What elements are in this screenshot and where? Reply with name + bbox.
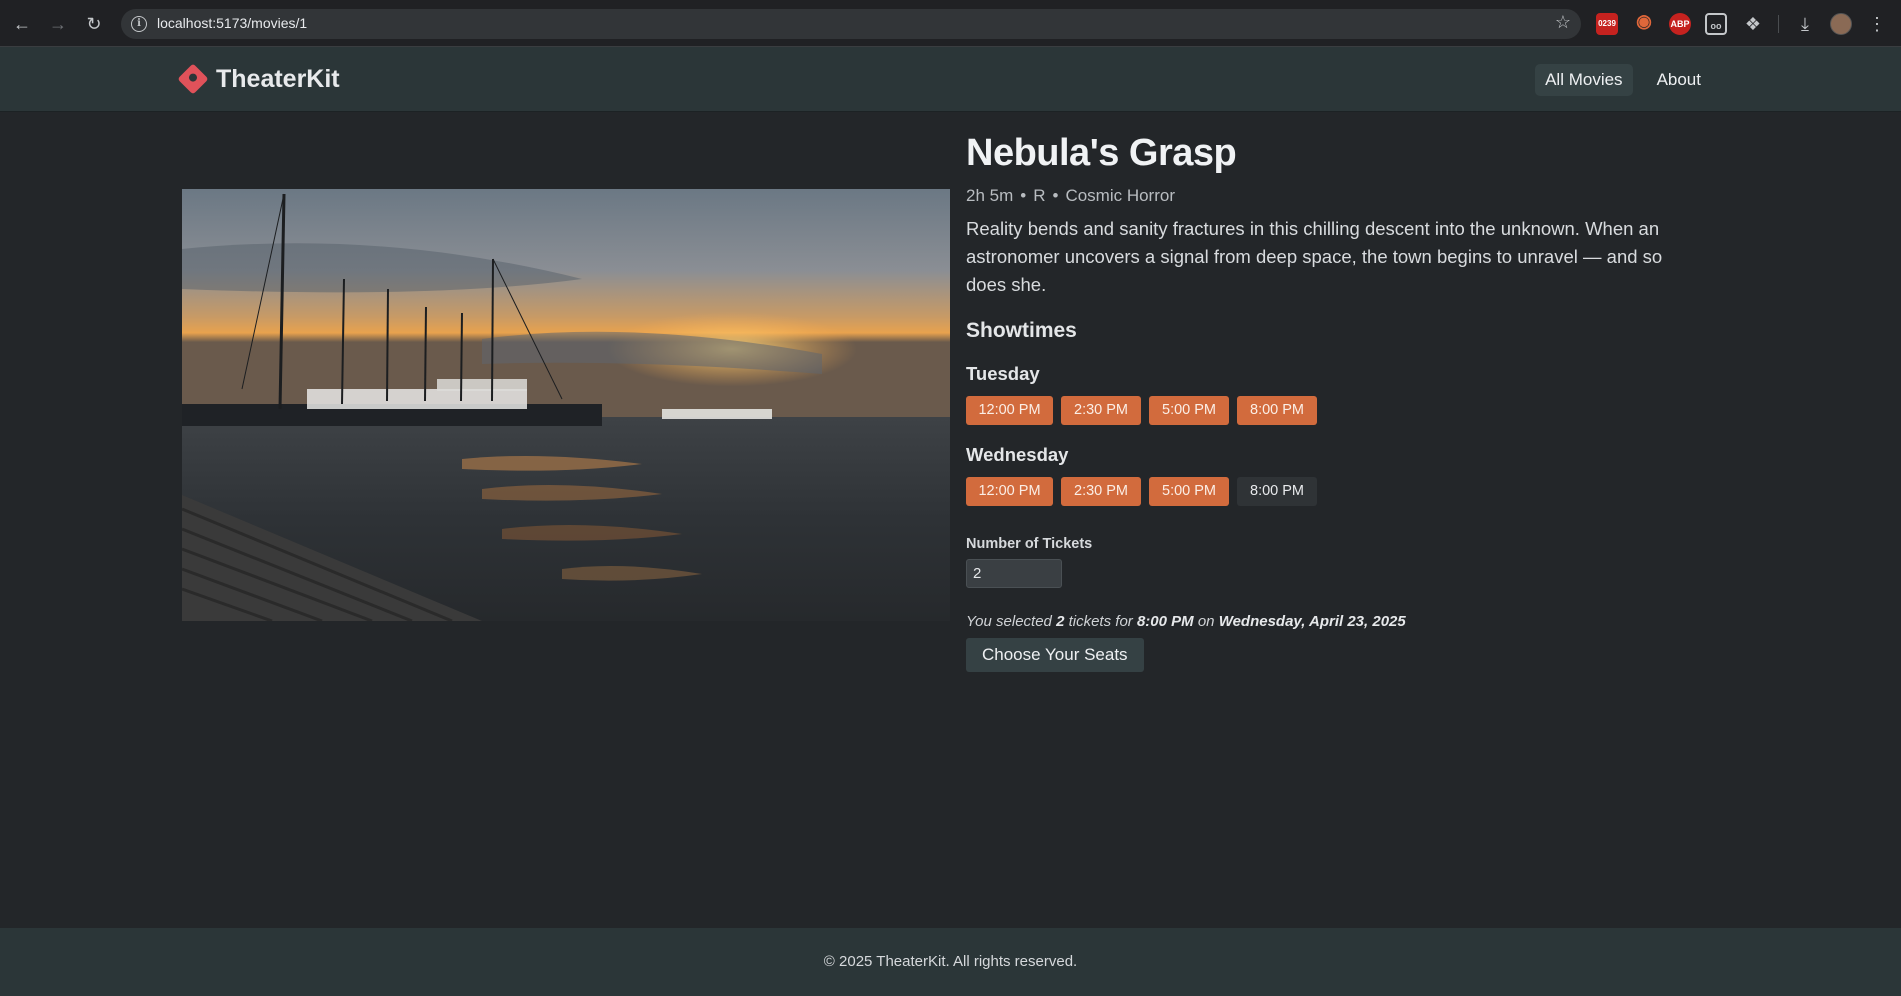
showtime-button[interactable]: 5:00 PM [1149,396,1229,425]
showtime-list-wednesday: 12:00 PM 2:30 PM 5:00 PM 8:00 PM [966,477,1726,506]
showtime-button[interactable]: 5:00 PM [1149,477,1229,506]
day-heading-tuesday: Tuesday [966,363,1040,384]
showtimes-heading: Showtimes [966,319,1077,342]
site-info-icon[interactable]: i [131,16,147,32]
page-footer: © 2025 TheaterKit. All rights reserved. [0,928,1901,996]
day-heading-wednesday: Wednesday [966,444,1069,465]
bookmark-star-icon[interactable]: ☆ [1555,12,1571,33]
movie-poster [182,189,950,621]
movie-duration: 2h 5m [966,186,1014,205]
ticket-logo-icon [177,63,209,95]
showtime-button[interactable]: 2:30 PM [1061,477,1141,506]
choose-seats-button[interactable]: Choose Your Seats [966,638,1144,672]
movie-description: Reality bends and sanity fractures in th… [966,218,1663,295]
summary-text: tickets for [1068,613,1133,630]
summary-date: Wednesday, April 23, 2025 [1218,613,1406,630]
meta-separator: • [1052,186,1059,205]
movie-rating: R [1033,186,1046,205]
tickets-label: Number of Tickets [966,536,1093,552]
summary-text: on [1197,613,1215,630]
reader-extension-icon[interactable]: oo [1705,13,1727,35]
profile-avatar[interactable] [1830,13,1852,35]
brand-logo[interactable]: TheaterKit [177,61,340,97]
movie-title: Nebula's Grasp [966,132,1237,174]
showtime-list-tuesday: 12:00 PM 2:30 PM 5:00 PM 8:00 PM [966,396,1726,425]
back-arrow-icon[interactable]: ← [10,12,34,36]
url-text[interactable]: localhost:5173/movies/1 [157,15,307,31]
summary-count: 2 [1056,613,1065,630]
reload-icon[interactable]: ↻ [82,12,106,36]
forward-arrow-icon[interactable]: → [46,12,70,36]
toolbar-divider [1778,15,1779,33]
showtime-button-selected[interactable]: 8:00 PM [1237,477,1317,506]
browser-toolbar: ← → ↻ i localhost:5173/movies/1 ☆ 0239 ◉… [0,0,1901,47]
movie-meta: 2h 5m • R • Cosmic Horror [966,186,1726,206]
extension-badge[interactable]: 0239 [1596,13,1618,35]
showtime-button[interactable]: 8:00 PM [1237,396,1317,425]
movie-genre: Cosmic Horror [1065,186,1175,205]
download-icon[interactable]: ⤓ [1793,12,1817,36]
extensions-puzzle-icon[interactable]: ❖ [1741,12,1765,36]
menu-kebab-icon[interactable]: ⋮ [1865,12,1889,36]
address-bar[interactable]: i localhost:5173/movies/1 ☆ [121,9,1581,39]
harbor-sunset-image [182,189,950,621]
summary-time: 8:00 PM [1136,613,1194,630]
top-nav: All Movies About [1535,64,1711,96]
brand-name: TheaterKit [216,64,340,93]
showtime-button[interactable]: 2:30 PM [1061,396,1141,425]
nav-about[interactable]: About [1647,64,1711,96]
adblock-extension-icon[interactable]: ABP [1669,13,1691,35]
app-header: TheaterKit All Movies About [0,47,1901,112]
showtime-button[interactable]: 12:00 PM [966,396,1053,425]
showtime-button[interactable]: 12:00 PM [966,477,1053,506]
selection-summary: You selected 2 tickets for 8:00 PM on We… [966,613,1726,630]
nav-all-movies[interactable]: All Movies [1535,64,1633,96]
meta-separator: • [1020,186,1027,205]
graduation-cap-extension-icon[interactable]: ◉ [1633,10,1655,32]
copyright-text: © 2025 TheaterKit. All rights reserved. [823,953,1078,970]
tickets-input[interactable]: 2 [966,559,1062,588]
summary-prefix: You selected [966,613,1052,630]
movie-details: Nebula's Grasp 2h 5m • R • Cosmic Horror… [966,132,1726,672]
